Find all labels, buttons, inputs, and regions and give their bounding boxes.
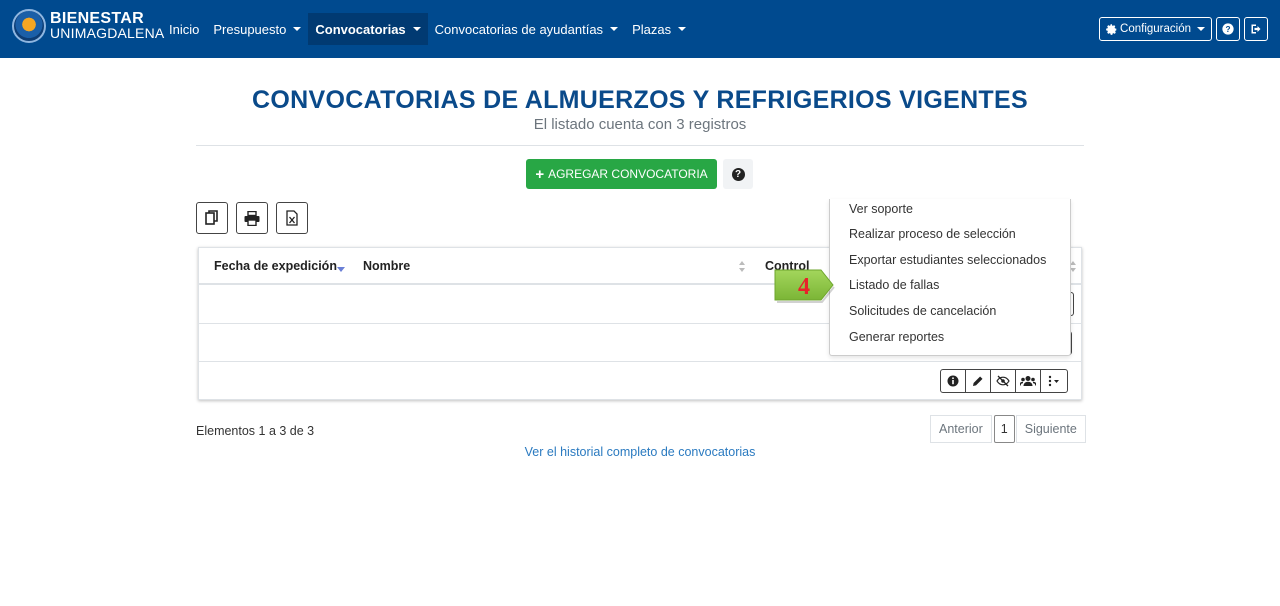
nav-item-presupuesto[interactable]: Presupuesto (206, 13, 308, 45)
page-help-button[interactable]: ? (723, 159, 753, 189)
page-subtitle: El listado cuenta con 3 registros (533, 116, 747, 133)
university-logo-icon (12, 9, 46, 43)
nav-item-inicio[interactable]: Inicio (162, 13, 206, 45)
eye-slash-icon (996, 375, 1010, 387)
divider (196, 145, 1084, 146)
elements-info: Elementos 1 a 3 de 3 (196, 424, 315, 438)
pagination-next[interactable]: Siguiente (1015, 415, 1086, 443)
print-button[interactable] (236, 202, 268, 234)
more-options-button[interactable] (1040, 369, 1068, 393)
menu-item-ver-soporte[interactable]: Ver soporte (849, 202, 913, 216)
plus-icon: + (535, 165, 545, 183)
copy-icon (205, 210, 218, 225)
pagination-prev[interactable]: Anterior (930, 415, 992, 443)
pencil-icon (973, 376, 983, 386)
sign-out-icon (1251, 24, 1261, 34)
row-options-dropdown: Ver soporte Realizar proceso de selecció… (829, 199, 1071, 356)
caret-down-icon (412, 27, 421, 31)
sort-icon (739, 261, 746, 273)
excel-icon (286, 210, 298, 226)
help-button[interactable]: ? (1216, 17, 1240, 41)
menu-item-solicitudes-cancelacion[interactable]: Solicitudes de cancelación (849, 304, 996, 318)
menu-item-listado-fallas[interactable]: Listado de fallas (849, 278, 939, 292)
caret-down-icon (1197, 27, 1205, 31)
info-circle-icon (947, 375, 959, 387)
students-button[interactable] (1015, 369, 1041, 393)
svg-text:?: ? (1225, 25, 1230, 34)
edit-button[interactable] (965, 369, 991, 393)
brand-line-1: BIENESTAR (50, 10, 144, 27)
caret-down-icon (610, 27, 619, 31)
menu-item-exportar-seleccionados[interactable]: Exportar estudiantes seleccionados (849, 253, 1046, 267)
question-circle-icon: ? (1222, 23, 1234, 35)
pagination-page[interactable]: 1 (993, 415, 1015, 443)
top-navbar: BIENESTAR UNIMAGDALENA Inicio Presupuest… (0, 0, 1280, 58)
logout-button[interactable] (1244, 17, 1268, 41)
excel-export-button[interactable] (276, 202, 308, 234)
copy-button[interactable] (196, 202, 228, 234)
table-row-divider (199, 361, 1081, 362)
column-header-fecha[interactable]: Fecha de expedición (214, 259, 337, 273)
question-circle-icon: ? (731, 167, 745, 181)
menu-item-proceso-seleccion[interactable]: Realizar proceso de selección (849, 227, 1016, 241)
column-header-nombre[interactable]: Nombre (363, 259, 410, 273)
sort-desc-icon (337, 267, 345, 272)
config-dropdown-button[interactable]: Configuración (1099, 17, 1212, 41)
sort-icon (1070, 261, 1077, 273)
menu-item-generar-reportes[interactable]: Generar reportes (849, 330, 944, 344)
callout-number: 4 (798, 274, 810, 300)
brand[interactable]: BIENESTAR UNIMAGDALENA (12, 9, 164, 43)
row-actions (940, 369, 1068, 393)
nav-item-convocatorias[interactable]: Convocatorias (308, 13, 428, 45)
info-button[interactable] (940, 369, 966, 393)
pagination: Anterior 1 Siguiente (930, 415, 1086, 443)
hide-button[interactable] (990, 369, 1016, 393)
caret-down-icon (293, 27, 302, 31)
nav-item-plazas[interactable]: Plazas (625, 13, 693, 45)
gear-icon (1106, 23, 1117, 35)
nav-menu: Inicio Presupuesto Convocatorias Convoca… (162, 13, 693, 45)
ellipsis-vertical-icon (1048, 375, 1059, 387)
brand-line-2: UNIMAGDALENA (50, 25, 165, 41)
history-link[interactable]: Ver el historial completo de convocatori… (0, 445, 1280, 459)
users-icon (1020, 376, 1036, 386)
nav-item-convocatorias-ayudantias[interactable]: Convocatorias de ayudantías (428, 13, 625, 45)
page-title: CONVOCATORIAS DE ALMUERZOS Y REFRIGERIOS… (252, 86, 1028, 114)
add-convocatoria-button[interactable]: + AGREGAR CONVOCATORIA (526, 159, 717, 189)
caret-down-icon (678, 27, 687, 31)
print-icon (244, 210, 260, 226)
step-callout: 4 (774, 269, 835, 303)
